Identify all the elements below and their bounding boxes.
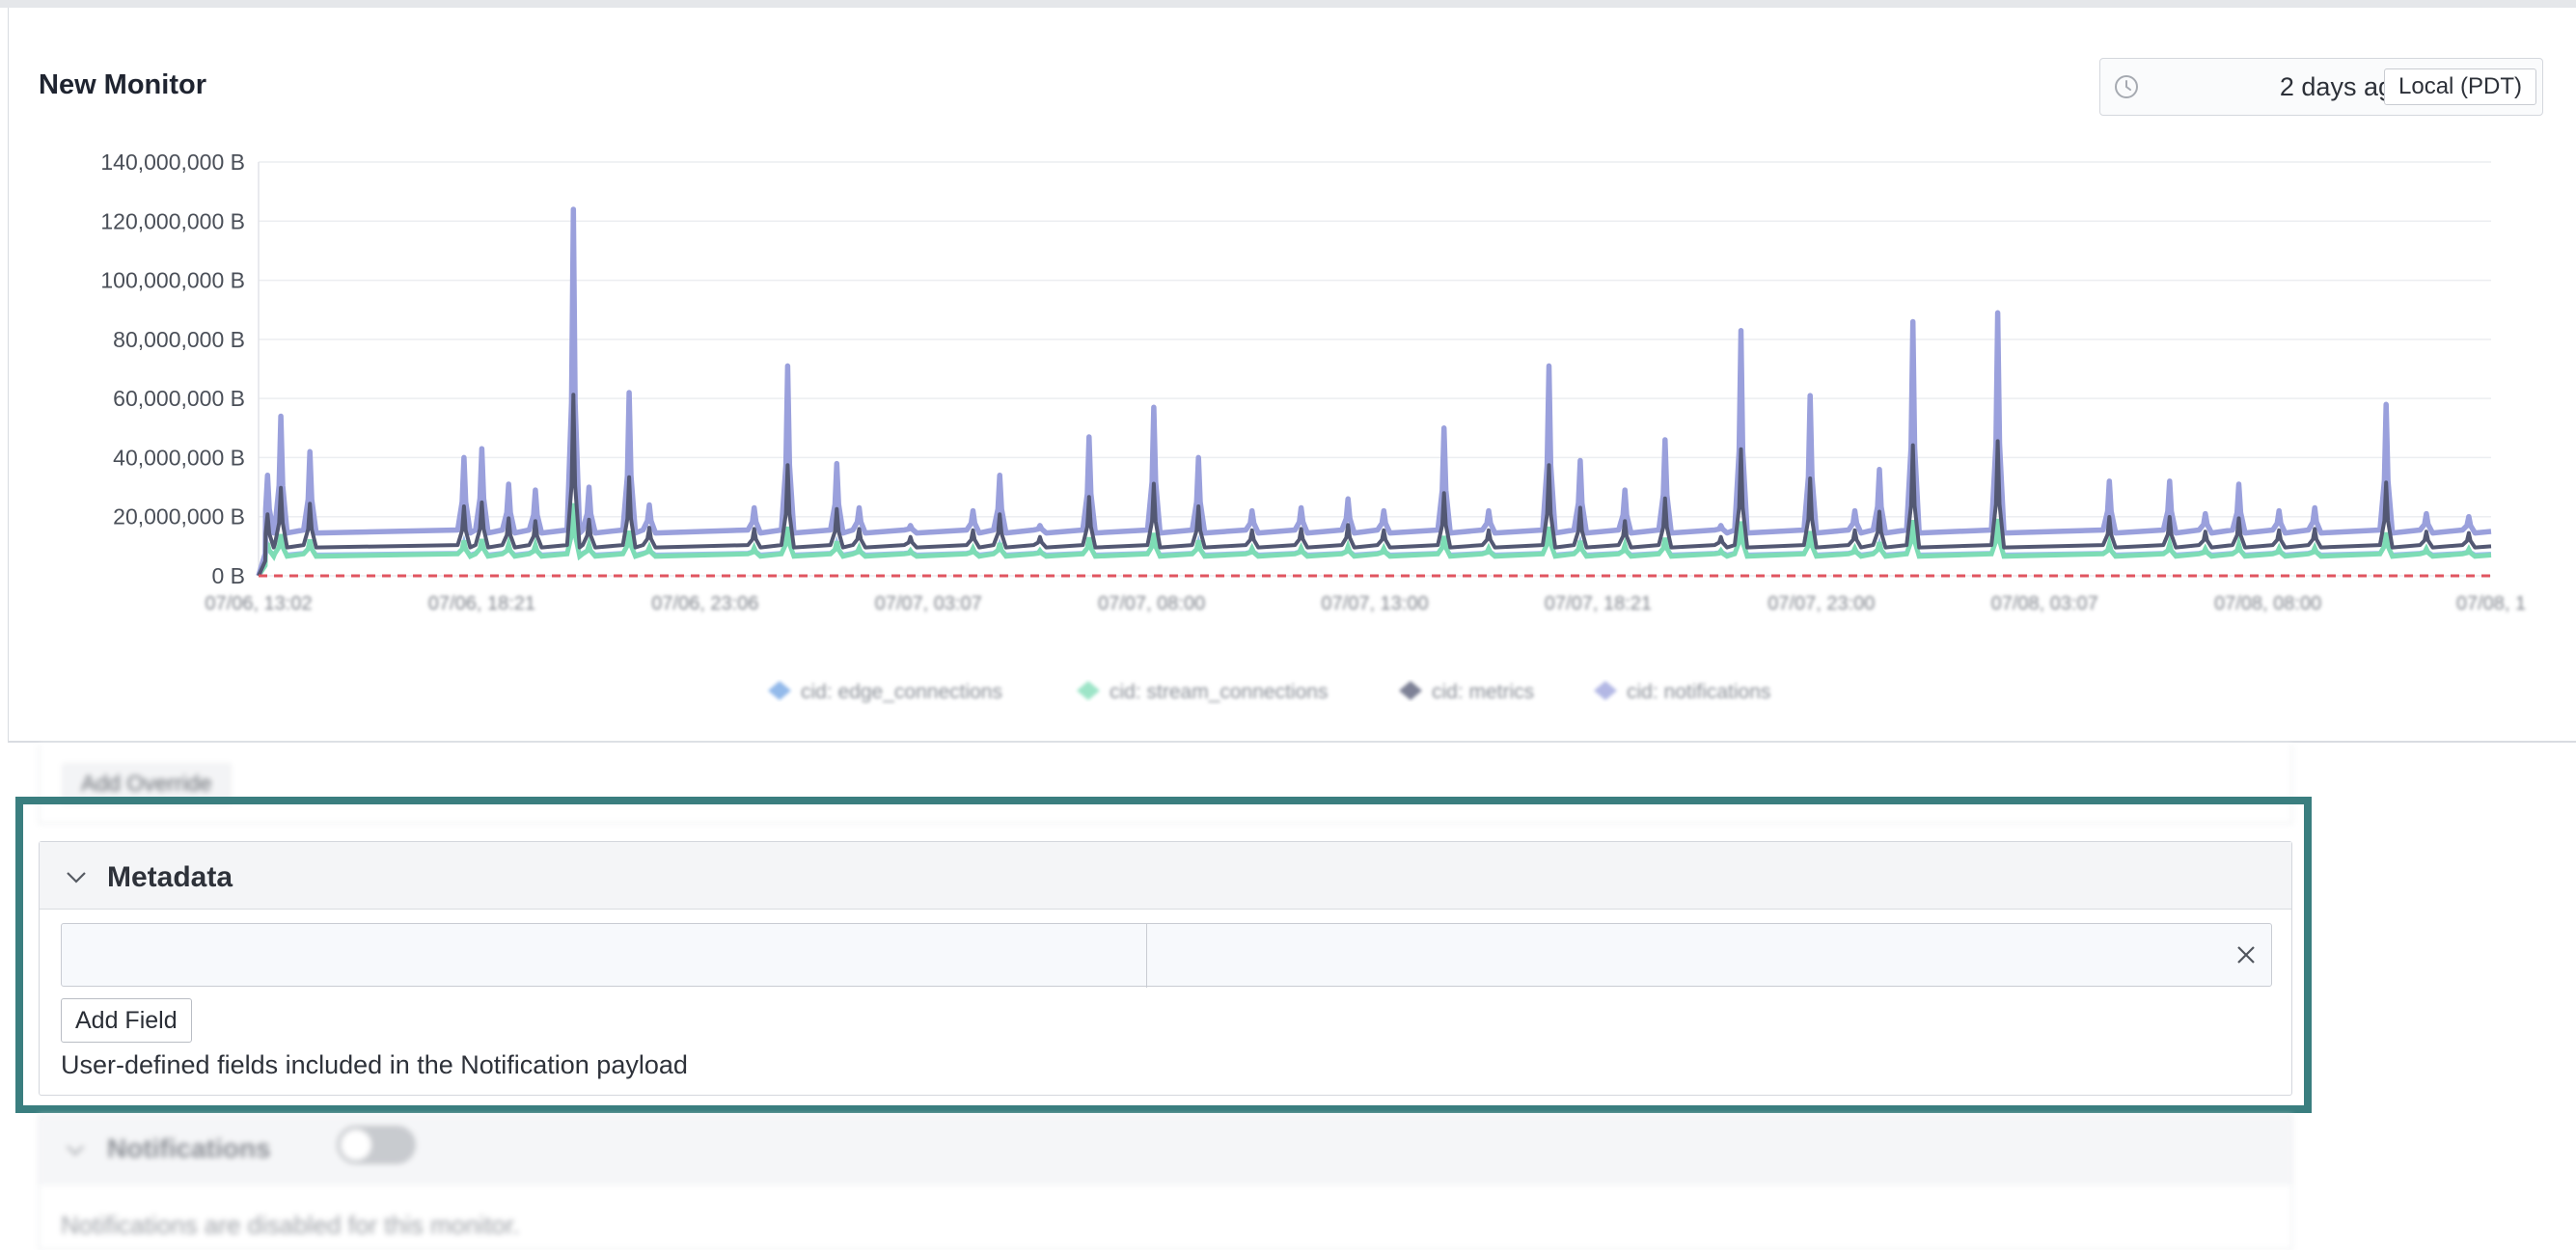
metadata-key-input[interactable] (62, 924, 1147, 988)
notifications-toggle[interactable] (337, 1126, 416, 1164)
legend-marker (1399, 681, 1422, 700)
legend-label: cid: notifications (1627, 681, 1770, 703)
x-axis: 07/06, 13:02 07/06, 18:21 07/06, 23:06 07/0… (205, 593, 2526, 614)
x-tick-label: 07/08, 03:07 (1991, 593, 2098, 614)
y-axis: 140,000,000 B 120,000,000 B 100,000,000 B 8… (100, 149, 245, 588)
x-tick-label: 07/07, 03:07 (875, 593, 982, 614)
legend-marker (768, 681, 791, 700)
y-tick-label: 60,000,000 B (113, 386, 245, 411)
notifications-description: Notifications are disabled for this moni… (61, 1210, 520, 1239)
legend-label: cid: metrics (1432, 681, 1534, 703)
chart-series (256, 206, 2492, 578)
chevron-down-icon[interactable] (65, 1139, 86, 1160)
x-tick-label: 07/07, 23:00 (1768, 593, 1875, 614)
chart: 140,000,000 B 120,000,000 B 100,000,000 B 8… (100, 149, 2526, 703)
close-icon[interactable] (2233, 941, 2260, 968)
chevron-down-icon[interactable] (65, 865, 88, 888)
metadata-title: Metadata (107, 861, 233, 893)
metadata-header[interactable]: Metadata (40, 842, 2291, 910)
notifications-panel: Notifications Notifications are disabled… (39, 1115, 2292, 1250)
legend-marker (1077, 681, 1100, 700)
metadata-value-input[interactable] (1143, 924, 2218, 988)
x-tick-label: 07/08, 08:00 (2214, 593, 2321, 614)
metadata-panel: Metadata Add Field User-defined fields i… (39, 841, 2292, 1096)
x-tick-label: 07/07, 13:00 (1321, 593, 1428, 614)
y-tick-label: 140,000,000 B (100, 149, 245, 175)
add-field-button[interactable]: Add Field (61, 998, 192, 1043)
notifications-title: Notifications (107, 1133, 271, 1163)
legend-label: cid: stream_connections (1110, 681, 1328, 703)
metadata-help-text: User-defined fields included in the Noti… (61, 1050, 688, 1079)
chart-legend: cid: edge_connections cid: stream_connect… (768, 681, 1770, 703)
x-tick-label: 07/06, 18:21 (428, 593, 535, 614)
series-notifications (256, 206, 2492, 577)
y-tick-label: 20,000,000 B (113, 504, 245, 530)
y-tick-label: 0 B (211, 563, 245, 588)
legend-label: cid: edge_connections (801, 681, 1002, 703)
legend-marker (1594, 681, 1617, 700)
x-tick-label: 07/07, 08:00 (1098, 593, 1205, 614)
y-tick-label: 40,000,000 B (113, 445, 245, 470)
x-tick-label: 07/07, 18:21 (1545, 593, 1652, 614)
metadata-field-row (61, 923, 2272, 988)
x-tick-label: 07/08, 1 (2456, 593, 2526, 614)
y-tick-label: 80,000,000 B (113, 327, 245, 352)
notifications-header[interactable]: Notifications (40, 1116, 2291, 1185)
y-tick-label: 120,000,000 B (100, 208, 245, 233)
y-tick-label: 100,000,000 B (100, 268, 245, 293)
x-tick-label: 07/06, 23:06 (651, 593, 758, 614)
series-metrics (257, 393, 2492, 577)
toggle-knob (341, 1129, 371, 1160)
x-tick-label: 07/06, 13:02 (205, 593, 312, 614)
